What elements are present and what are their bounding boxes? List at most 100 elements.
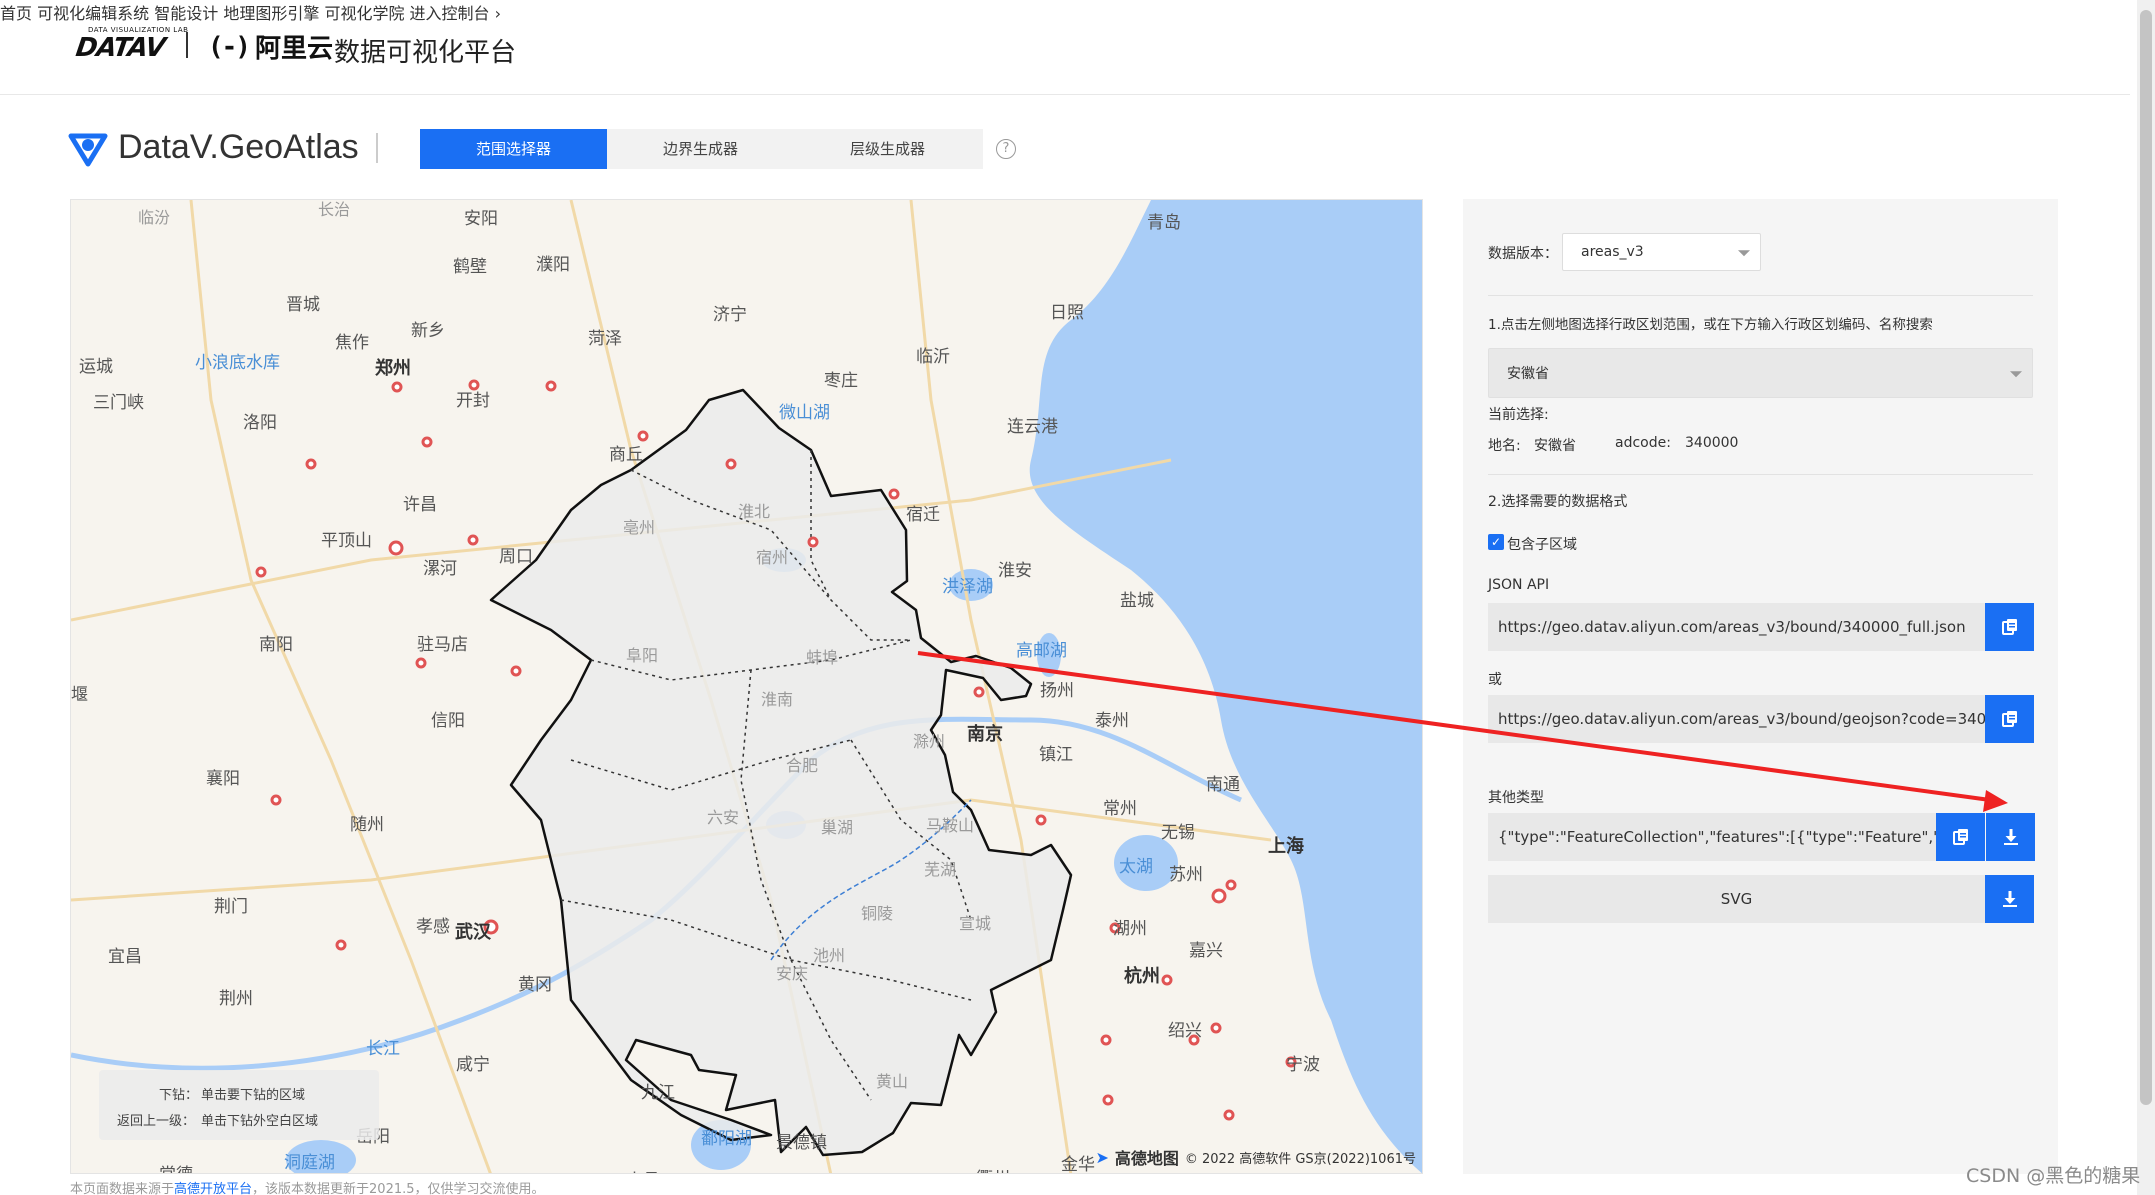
map-label: 南京: [967, 724, 1003, 745]
nav-academy[interactable]: 可视化学院: [324, 4, 404, 23]
map-label: 小浪底水库: [195, 353, 280, 373]
current-selection-label: 当前选择:: [1488, 407, 1549, 423]
svg-format-field[interactable]: SVG: [1488, 875, 1985, 923]
aliyun-logo-text: 阿里云: [254, 34, 333, 64]
nav-console[interactable]: 进入控制台 ›: [410, 4, 502, 23]
options-panel: 数据版本： areas_v3 1.点击左侧地图选择行政区划范围，或在下方输入行政…: [1463, 199, 2058, 1174]
geojson-content-preview: {"type":"FeatureCollection","features":[…: [1498, 828, 1936, 846]
map-label: 宣城: [959, 914, 992, 933]
map-label: 咸宁: [456, 1055, 490, 1075]
data-version-label: 数据版本：: [1488, 246, 1558, 262]
help-icon[interactable]: ?: [996, 139, 1016, 159]
map-label: 宜昌: [108, 947, 142, 967]
map-label: 杭州: [1124, 966, 1160, 987]
map-label: 安阳: [464, 209, 498, 229]
map-label: 信阳: [431, 711, 465, 731]
download-geojson-button[interactable]: [1986, 813, 2035, 861]
datav-logo[interactable]: DATA VISUALIZATION LAB DATAV: [73, 26, 188, 68]
map-label: 开封: [456, 391, 490, 411]
datav-logo-text: DATAV: [73, 33, 167, 63]
map-label: 淮安: [998, 561, 1032, 581]
json-api-label: JSON API: [1488, 577, 1550, 593]
hint-up-text: 单击下钻外空白区域: [201, 1114, 319, 1129]
divider: [1488, 474, 2033, 475]
geojson-url: https://geo.datav.aliyun.com/areas_v3/bo…: [1498, 710, 1985, 728]
include-children-checkbox[interactable]: ✓: [1488, 534, 1504, 550]
map-label: 孝感: [416, 917, 450, 937]
map-label: 衢州: [976, 1164, 1010, 1173]
copy-geojson-button[interactable]: [1985, 695, 2034, 743]
nav-geo-engine[interactable]: 地理图形引擎: [223, 4, 319, 23]
map-canvas[interactable]: 临汾 长治 安阳 鹤壁 濮阳 青岛 晋城 新乡 焦作 济宁 日照 运城 小浪底水…: [70, 199, 1423, 1174]
tool-tabs: 范围选择器 边界生成器 层级生成器: [420, 129, 983, 169]
map-label: 铜陵: [861, 904, 894, 923]
data-version-select[interactable]: areas_v3: [1562, 233, 1761, 271]
product-title: DataV.GeoAtlas: [118, 128, 359, 166]
anhui-province-outline[interactable]: [489, 388, 1073, 1157]
download-svg-button[interactable]: [1985, 875, 2034, 923]
amap-open-platform-link[interactable]: 高德开放平台: [174, 1182, 252, 1195]
tab-range-selector[interactable]: 范围选择器: [420, 129, 607, 169]
nav-visual-editor[interactable]: 可视化编辑系统: [37, 4, 149, 23]
map-label: 日照: [1050, 303, 1084, 323]
copy-geojson-content-button[interactable]: [1936, 813, 1985, 861]
scrollbar-thumb[interactable]: [2140, 10, 2152, 1105]
step1-instruction: 1.点击左侧地图选择行政区划范围，或在下方输入行政区划编码、名称搜索: [1488, 317, 1933, 333]
logo-divider: [186, 32, 188, 58]
map-label: 芜湖: [924, 860, 957, 879]
map-label: 焦作: [335, 333, 369, 353]
map-label: 常州: [1103, 799, 1137, 819]
main-nav: 首页 可视化编辑系统 智能设计 地理图形引擎 可视化学院 进入控制台 ›: [0, 0, 2130, 24]
aliyun-logo[interactable]: (-) 阿里云: [208, 28, 333, 65]
map-label: 晋城: [286, 295, 320, 315]
map-label: 淮南: [761, 690, 794, 709]
nav-home[interactable]: 首页: [0, 4, 32, 23]
map-label: 金华: [1061, 1155, 1095, 1174]
geojson-url-field[interactable]: https://geo.datav.aliyun.com/areas_v3/bo…: [1488, 695, 1985, 743]
map-label: 三门峡: [93, 393, 144, 413]
copy-json-api-button[interactable]: [1985, 603, 2034, 651]
top-navbar: DATA VISUALIZATION LAB DATAV (-) 阿里云 数据可…: [0, 0, 2130, 95]
map-label: 南通: [1206, 775, 1240, 795]
amap-arrow-icon: ➤: [1095, 1147, 1109, 1167]
map-hint-box: 下钻： 单击要下钻的区域 返回上一级： 单击下钻外空白区域: [99, 1070, 379, 1140]
map-label: 巢湖: [821, 818, 854, 837]
map-label: 微山湖: [779, 403, 830, 423]
nav-smart-design[interactable]: 智能设计: [154, 4, 218, 23]
region-search-select[interactable]: 安徽省: [1488, 348, 2033, 398]
map-label: 长治: [318, 200, 351, 219]
json-api-url-field[interactable]: https://geo.datav.aliyun.com/areas_v3/bo…: [1488, 603, 1985, 651]
map-label: 淮北: [738, 502, 771, 521]
map-label: 郑州: [375, 358, 411, 379]
download-icon: [2002, 891, 2017, 907]
map-label: 镇江: [1039, 745, 1073, 765]
geojson-content-field[interactable]: {"type":"FeatureCollection","features":[…: [1488, 813, 1936, 861]
tab-boundary-generator[interactable]: 边界生成器: [607, 129, 794, 169]
map-label: 洪泽湖: [942, 577, 993, 597]
download-icon: [2003, 829, 2018, 845]
map-label: 景德镇: [776, 1133, 827, 1153]
amap-brand[interactable]: 高德地图: [1115, 1145, 1179, 1169]
map-label: 青岛: [1147, 213, 1181, 233]
map-label: 绍兴: [1168, 1021, 1202, 1041]
map-label: 湖州: [1113, 919, 1147, 939]
copy-icon: [2001, 619, 2017, 635]
adcode-label: adcode:: [1615, 435, 1671, 451]
other-types-label: 其他类型: [1488, 790, 1544, 806]
hint-up-label: 返回上一级：: [117, 1114, 196, 1129]
data-source-footnote: 本页面数据来源于高德开放平台，该版本数据更新于2021.5，仅供学习交流使用。: [70, 1178, 545, 1195]
tab-level-generator[interactable]: 层级生成器: [794, 129, 981, 169]
chevron-down-icon: [1738, 250, 1750, 257]
map-label: 安庆: [776, 964, 809, 983]
map-label: 长江: [366, 1039, 400, 1059]
map-label: 漯河: [423, 559, 457, 579]
map-label: 泰州: [1095, 711, 1129, 731]
map-label: 太湖: [1119, 857, 1153, 877]
data-version-value: areas_v3: [1581, 244, 1644, 260]
map-label: 嘉兴: [1189, 941, 1223, 961]
map-label: 六安: [707, 808, 740, 827]
map-label: 高邮湖: [1016, 641, 1067, 661]
page-scrollbar[interactable]: [2137, 0, 2155, 1195]
map-label: 南昌: [626, 1166, 660, 1173]
map-label: 南阳: [259, 635, 293, 655]
